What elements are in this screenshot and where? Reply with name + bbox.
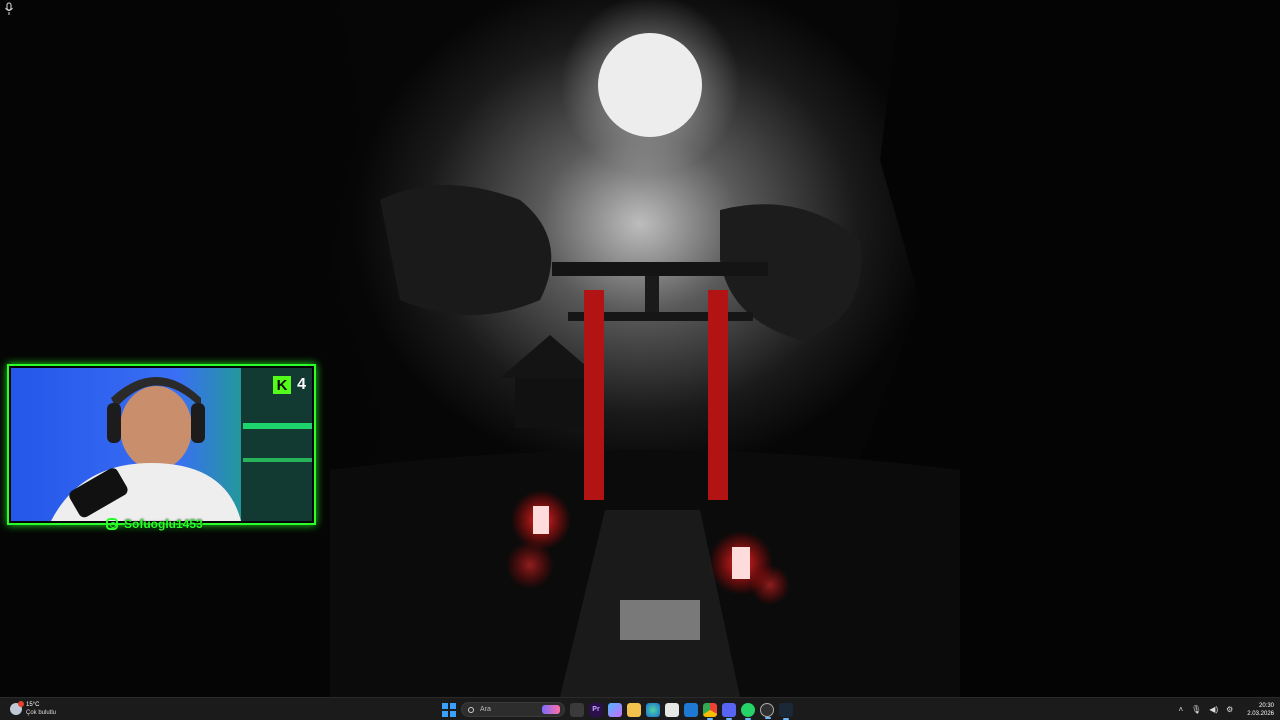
clock-time: 20:30 xyxy=(1258,702,1274,709)
microphone-in-use-icon[interactable] xyxy=(4,2,18,18)
chevron-up-icon[interactable]: ˄ xyxy=(1178,705,1183,714)
webcam-overlay: K 4 xyxy=(7,364,316,525)
premiere-pro-icon[interactable]: Pr xyxy=(589,702,603,717)
clock-date: 2.03.2026 xyxy=(1247,710,1274,717)
weather-widget[interactable]: 15°C Çok bulutlu xyxy=(10,701,56,717)
webcam-frame xyxy=(7,364,316,525)
instagram-icon xyxy=(106,518,118,530)
file-explorer-icon[interactable] xyxy=(627,702,641,717)
taskbar: 15°C Çok bulutlu Ara Pr ˄ 🎙︎ ◀) ⚙︎ 20:30… xyxy=(0,697,1280,720)
volume-icon[interactable]: ◀) xyxy=(1209,705,1218,714)
discord-icon[interactable] xyxy=(722,702,736,720)
steam-icon[interactable] xyxy=(779,702,793,720)
task-view-icon[interactable] xyxy=(570,702,584,717)
obs-icon[interactable] xyxy=(760,702,774,719)
chrome-icon[interactable] xyxy=(703,702,717,720)
search-placeholder: Ara xyxy=(480,706,491,713)
search-highlight-icon xyxy=(542,705,560,714)
start-button[interactable] xyxy=(442,702,456,717)
instagram-handle-text: Sofuoglu1453 xyxy=(124,517,203,531)
settings-icon[interactable]: ⚙︎ xyxy=(1226,705,1233,714)
weather-condition: Çok bulutlu xyxy=(26,710,57,716)
whatsapp-icon[interactable] xyxy=(741,702,755,720)
mail-icon[interactable] xyxy=(684,702,698,717)
system-tray: ˄ 🎙︎ ◀) ⚙︎ 20:30 2.03.2026 xyxy=(1178,700,1274,719)
copilot-icon[interactable] xyxy=(608,702,622,717)
kick-viewer-badge: K 4 xyxy=(273,376,306,394)
desktop[interactable]: K 4 Sofuoglu1453 xyxy=(0,0,1280,697)
weather-temperature: 15°C xyxy=(26,702,40,708)
microphone-tray-icon[interactable]: 🎙︎ xyxy=(1191,705,1201,714)
store-icon[interactable] xyxy=(665,702,679,717)
search-box[interactable]: Ara xyxy=(461,702,565,717)
instagram-handle: Sofuoglu1453 xyxy=(106,517,203,531)
cloud-weather-icon xyxy=(10,701,24,715)
taskbar-apps: Ara Pr xyxy=(442,700,793,720)
edge-icon[interactable] xyxy=(646,702,660,717)
viewer-count: 4 xyxy=(297,376,306,393)
search-icon xyxy=(468,706,474,713)
kick-logo-icon: K xyxy=(273,376,292,394)
torii-night-wallpaper xyxy=(0,0,1280,697)
clock[interactable]: 20:30 2.03.2026 xyxy=(1247,702,1274,718)
